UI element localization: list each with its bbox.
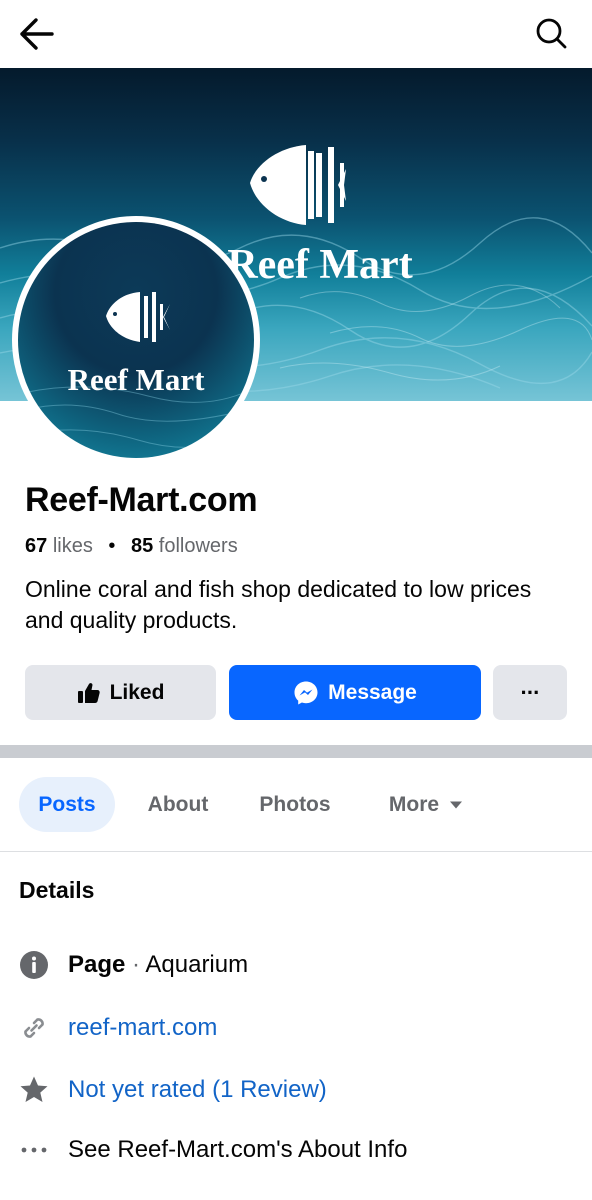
followers-count: 85	[130, 535, 154, 557]
avatar-brand-text: Reef Mart	[68, 362, 205, 397]
info-icon	[18, 949, 50, 981]
liked-label: Liked	[109, 680, 165, 704]
section-divider	[0, 745, 592, 758]
details-heading: Details	[19, 877, 95, 903]
thumbs-up-icon	[77, 681, 101, 705]
website-link[interactable]: reef-mart.com	[68, 1014, 217, 1042]
cover-brand-text: Reef Mart	[227, 242, 412, 288]
message-button[interactable]: Message	[229, 665, 481, 720]
tab-posts[interactable]: Posts	[19, 777, 115, 832]
star-icon	[18, 1074, 50, 1106]
detail-row-rating: Not yet rated (1 Review)	[0, 1066, 592, 1114]
page-type-label: Page	[68, 951, 126, 978]
page-title: Reef-Mart.com	[25, 481, 258, 519]
about-info-link[interactable]: See Reef-Mart.com's About Info	[68, 1136, 407, 1164]
more-options-button[interactable]: ···	[493, 665, 567, 720]
more-options-label: ···	[520, 679, 541, 705]
category-separator: ·	[132, 951, 141, 978]
page-category: Aquarium	[145, 951, 249, 978]
page-bio: Online coral and fish shop dedicated to …	[25, 576, 532, 633]
top-bar	[0, 0, 592, 68]
detail-row-about[interactable]: See Reef-Mart.com's About Info	[0, 1126, 592, 1174]
tab-more-label: More	[388, 792, 440, 816]
followers-label: followers	[158, 535, 238, 557]
stats-separator: •	[108, 535, 116, 557]
tab-bar: Posts About Photos More	[0, 758, 592, 852]
more-dots-icon	[18, 1134, 50, 1166]
rating-link[interactable]: Not yet rated (1 Review)	[68, 1076, 327, 1104]
tab-photos[interactable]: Photos	[244, 777, 346, 832]
search-icon[interactable]	[532, 16, 572, 52]
detail-row-category: Page · Aquarium	[0, 941, 592, 989]
message-label: Message	[328, 680, 417, 704]
detail-row-website: reef-mart.com	[0, 1004, 592, 1052]
page-stats: 67 likes • 85 followers	[25, 535, 238, 558]
liked-button[interactable]: Liked	[25, 665, 216, 720]
tab-more[interactable]: More	[370, 777, 482, 832]
arrow-left-icon[interactable]	[18, 17, 58, 51]
profile-picture[interactable]: Reef Mart	[12, 216, 260, 464]
tab-about[interactable]: About	[132, 777, 224, 832]
caret-down-icon	[449, 800, 463, 810]
messenger-icon	[293, 680, 319, 706]
link-icon	[18, 1012, 50, 1044]
likes-count: 67	[25, 535, 48, 557]
likes-label: likes	[52, 535, 93, 557]
